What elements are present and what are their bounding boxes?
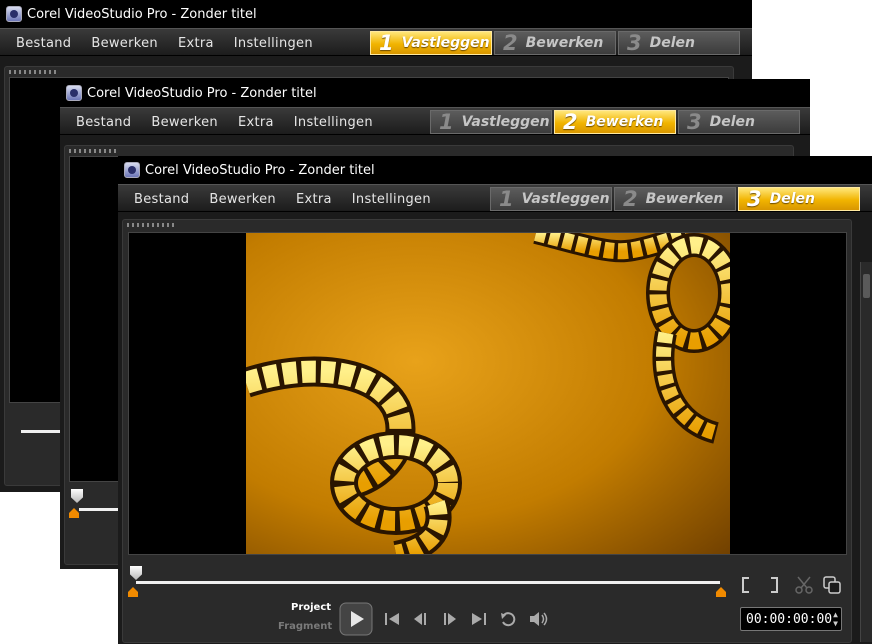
menu-bar: Bestand Bewerken Extra Instellingen 1 Vas… — [118, 184, 872, 212]
scrollbar-thumb[interactable] — [863, 274, 870, 298]
step-number: 3 — [747, 186, 762, 211]
panel-grip[interactable] — [69, 149, 119, 153]
timecode-stepper[interactable]: ▲ ▼ — [833, 610, 838, 628]
app-icon — [66, 85, 82, 101]
mode-project[interactable]: Project — [291, 602, 331, 613]
title-bar: Corel VideoStudio Pro - Zonder titel — [118, 156, 872, 184]
step-number: 3 — [687, 109, 702, 134]
scissors-icon[interactable] — [794, 575, 814, 595]
menu-bewerken[interactable]: Bewerken — [141, 115, 228, 130]
volume-icon[interactable] — [528, 610, 550, 628]
step-vastleggen[interactable]: 1 Vastleggen — [430, 110, 552, 134]
side-scrollbar[interactable] — [860, 262, 872, 642]
step-label: Bewerken — [585, 114, 664, 130]
menu-extra[interactable]: Extra — [286, 192, 342, 207]
mode-fragment[interactable]: Fragment — [278, 621, 332, 632]
mark-out-icon[interactable] — [768, 576, 780, 594]
step-number: 1 — [379, 30, 394, 55]
window-title: Corel VideoStudio Pro - Zonder titel — [87, 85, 317, 101]
menu-bar: Bestand Bewerken Extra Instellingen 1 Vas… — [60, 107, 810, 135]
mark-in-icon[interactable] — [740, 576, 752, 594]
app-icon — [124, 162, 140, 178]
copy-icon[interactable] — [822, 575, 842, 595]
title-bar: Corel VideoStudio Pro - Zonder titel — [0, 0, 752, 28]
menu-instellingen[interactable]: Instellingen — [342, 192, 441, 207]
end-icon[interactable] — [470, 611, 488, 627]
menu-bestand[interactable]: Bestand — [66, 115, 141, 130]
menu-instellingen[interactable]: Instellingen — [224, 36, 323, 51]
next-frame-icon[interactable] — [441, 611, 459, 627]
window-title: Corel VideoStudio Pro - Zonder titel — [27, 6, 257, 22]
step-label: Bewerken — [525, 35, 604, 51]
step-vastleggen[interactable]: 1 Vastleggen — [490, 187, 612, 211]
step-number: 2 — [503, 30, 518, 55]
step-number: 2 — [563, 109, 578, 134]
app-icon — [6, 6, 22, 22]
home-icon[interactable] — [383, 611, 401, 627]
title-bar: Corel VideoStudio Pro - Zonder titel — [60, 79, 810, 107]
step-label: Delen — [769, 191, 816, 207]
step-delen[interactable]: 3 Delen — [738, 187, 860, 211]
step-bewerken[interactable]: 2 Bewerken — [554, 110, 676, 134]
scrub-bar[interactable] — [136, 581, 720, 584]
preview-screen — [128, 232, 847, 555]
menu-bestand[interactable]: Bestand — [124, 192, 199, 207]
menu-extra[interactable]: Extra — [168, 36, 224, 51]
step-label: Vastleggen — [401, 35, 490, 51]
panel-grip[interactable] — [127, 223, 177, 227]
step-label: Vastleggen — [521, 191, 610, 207]
panel-grip[interactable] — [9, 70, 59, 74]
menu-bar: Bestand Bewerken Extra Instellingen 1 Vas… — [0, 28, 752, 56]
step-label: Delen — [649, 35, 696, 51]
step-bewerken[interactable]: 2 Bewerken — [494, 31, 616, 55]
scrub-thumb[interactable] — [71, 489, 83, 503]
menu-bewerken[interactable]: Bewerken — [199, 192, 286, 207]
menu-extra[interactable]: Extra — [228, 115, 284, 130]
step-label: Delen — [709, 114, 756, 130]
step-vastleggen[interactable]: 1 Vastleggen — [370, 31, 492, 55]
timecode-field[interactable]: 00:00:00:00 ▲ ▼ — [740, 607, 842, 631]
menu-bestand[interactable]: Bestand — [6, 36, 81, 51]
step-delen[interactable]: 3 Delen — [678, 110, 800, 134]
step-number: 3 — [627, 30, 642, 55]
previous-frame-icon[interactable] — [412, 611, 430, 627]
play-icon[interactable] — [339, 602, 373, 636]
menu-instellingen[interactable]: Instellingen — [284, 115, 383, 130]
timecode-value: 00:00:00:00 — [746, 611, 833, 627]
step-bewerken[interactable]: 2 Bewerken — [614, 187, 736, 211]
step-number: 1 — [499, 186, 514, 211]
step-label: Vastleggen — [461, 114, 550, 130]
video-frame-film-reel — [246, 233, 730, 554]
step-label: Bewerken — [645, 191, 724, 207]
menu-bewerken[interactable]: Bewerken — [81, 36, 168, 51]
mark-in-marker[interactable] — [69, 508, 79, 518]
step-delen[interactable]: 3 Delen — [618, 31, 740, 55]
scrub-bar[interactable] — [21, 430, 61, 433]
scrub-bar[interactable] — [79, 508, 119, 511]
step-number: 1 — [439, 109, 454, 134]
window-title: Corel VideoStudio Pro - Zonder titel — [145, 162, 375, 178]
step-number: 2 — [623, 186, 638, 211]
repeat-icon[interactable] — [499, 610, 519, 628]
